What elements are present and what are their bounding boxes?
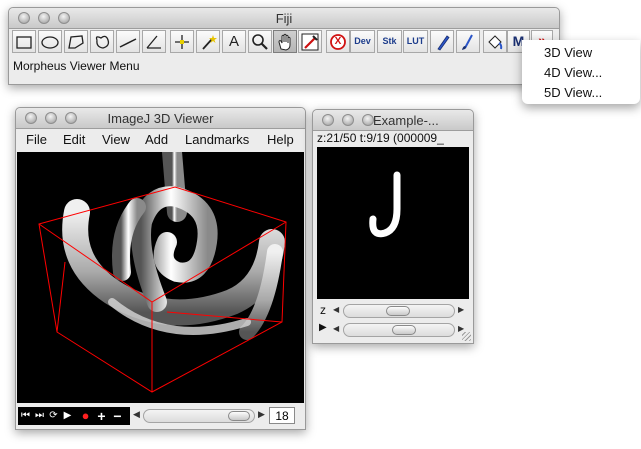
menu-landmarks[interactable]: Landmarks bbox=[185, 132, 249, 147]
play-icon[interactable]: ▶ bbox=[62, 407, 73, 425]
freehand-tool-icon bbox=[95, 35, 110, 49]
stop-tool-button[interactable]: X bbox=[326, 30, 350, 53]
wand-tool-icon bbox=[202, 35, 217, 50]
stacks-tool-button[interactable]: Stk bbox=[377, 30, 402, 53]
viewer3d-menubar: File Edit View Add Landmarks Help bbox=[16, 129, 305, 151]
magnifier-tool-button[interactable] bbox=[248, 30, 272, 53]
remove-icon[interactable]: − bbox=[112, 407, 123, 425]
angle-tool-icon bbox=[146, 35, 161, 49]
rewind-icon[interactable]: ⏮ bbox=[20, 407, 31, 425]
frame-slider-right-arrow[interactable]: ▶ bbox=[258, 409, 265, 420]
oval-tool-button[interactable] bbox=[38, 30, 62, 53]
t-slider-play-icon[interactable]: ▶ bbox=[319, 322, 327, 333]
fiji-status-text: Morpheus Viewer Menu bbox=[13, 59, 140, 73]
resize-grip-icon[interactable] bbox=[462, 332, 471, 341]
point-tool-icon bbox=[175, 35, 189, 49]
color-picker-tool-button[interactable] bbox=[298, 30, 322, 53]
example-title: Example-... bbox=[373, 113, 439, 128]
menu-item-3d-view[interactable]: 3D View bbox=[544, 45, 592, 60]
stacks-tool-label: Stk bbox=[382, 36, 397, 46]
t-slider-thumb[interactable] bbox=[392, 325, 416, 335]
viewer3d-controls: ⏮ ⏭ ⟳ ▶ ● + − ◀ ▶ 18 bbox=[17, 404, 304, 428]
loop-icon[interactable]: ⟳ bbox=[48, 407, 59, 425]
example-image-window: Example-... z:21/50 t:9/19 (000009_ z ◀ … bbox=[312, 109, 474, 344]
brush-tool-icon bbox=[462, 34, 473, 50]
rectangle-tool-icon bbox=[16, 36, 32, 49]
text-tool-label: A bbox=[228, 33, 239, 50]
menu-help[interactable]: Help bbox=[267, 132, 294, 147]
menu-item-5d-view[interactable]: 5D View... bbox=[544, 85, 602, 100]
dev-tool-label: Dev bbox=[354, 36, 371, 46]
menu-view[interactable]: View bbox=[102, 132, 130, 147]
z-slider-label: z bbox=[320, 303, 326, 317]
brush-tool-button[interactable] bbox=[456, 30, 480, 53]
wand-tool-button[interactable] bbox=[196, 30, 220, 53]
add-icon[interactable]: + bbox=[96, 407, 107, 425]
rectangle-tool-button[interactable] bbox=[12, 30, 36, 53]
pencil-tool-button[interactable] bbox=[430, 30, 454, 53]
t-slider-left-arrow[interactable]: ◀ bbox=[333, 324, 339, 333]
dev-tool-button[interactable]: Dev bbox=[350, 30, 375, 53]
z-slider-thumb[interactable] bbox=[386, 306, 410, 316]
z-slider[interactable] bbox=[343, 304, 455, 318]
record-icon[interactable]: ● bbox=[80, 407, 91, 425]
freehand-tool-button[interactable] bbox=[90, 30, 114, 53]
pencil-tool-icon bbox=[437, 35, 450, 51]
viewer3d-titlebar[interactable]: ImageJ 3D Viewer bbox=[16, 108, 305, 129]
fiji-titlebar[interactable]: Fiji bbox=[9, 8, 559, 29]
polygon-tool-button[interactable] bbox=[64, 30, 88, 53]
menu-item-4d-view[interactable]: 4D View... bbox=[544, 65, 602, 80]
view-popup-menu: 3D View 4D View... 5D View... bbox=[522, 40, 640, 104]
viewer3d-title: ImageJ 3D Viewer bbox=[107, 111, 214, 126]
t-slider[interactable] bbox=[343, 323, 455, 337]
point-tool-button[interactable] bbox=[170, 30, 194, 53]
menu-add[interactable]: Add bbox=[145, 132, 168, 147]
menu-file[interactable]: File bbox=[26, 132, 47, 147]
text-tool-button[interactable]: A bbox=[222, 30, 246, 53]
fiji-title: Fiji bbox=[275, 11, 293, 26]
line-tool-button[interactable] bbox=[116, 30, 140, 53]
z-slider-left-arrow[interactable]: ◀ bbox=[333, 305, 339, 314]
frame-slider-left-arrow[interactable]: ◀ bbox=[133, 409, 140, 420]
color-picker-tool-icon bbox=[301, 33, 319, 51]
close-window-button[interactable] bbox=[322, 114, 334, 126]
minimize-window-button[interactable] bbox=[342, 114, 354, 126]
oval-tool-icon bbox=[41, 36, 59, 49]
flood-fill-tool-icon bbox=[488, 35, 503, 50]
lut-tool-button[interactable]: LUT bbox=[403, 30, 428, 53]
angle-tool-button[interactable] bbox=[142, 30, 166, 53]
menu-edit[interactable]: Edit bbox=[63, 132, 85, 147]
playback-controls: ⏮ ⏭ ⟳ ▶ ● + − bbox=[18, 407, 130, 425]
z-slider-right-arrow[interactable]: ▶ bbox=[458, 305, 464, 314]
magnifier-tool-icon bbox=[252, 34, 268, 50]
example-info-text: z:21/50 t:9/19 (000009_ bbox=[317, 131, 444, 145]
example-titlebar[interactable]: Example-... bbox=[313, 110, 473, 131]
stop-tool-label: X bbox=[334, 36, 342, 47]
hand-tool-icon bbox=[278, 33, 291, 51]
viewer3d-window: ImageJ 3D Viewer File Edit View Add Land… bbox=[15, 107, 306, 430]
frame-value-field[interactable]: 18 bbox=[269, 407, 295, 424]
hand-tool-button[interactable] bbox=[273, 30, 297, 53]
lut-tool-label: LUT bbox=[406, 36, 425, 46]
example-image-canvas[interactable] bbox=[317, 147, 469, 299]
line-tool-icon bbox=[119, 38, 137, 48]
flood-fill-tool-button[interactable] bbox=[483, 30, 507, 53]
viewer3d-canvas[interactable] bbox=[17, 152, 304, 403]
polygon-tool-icon bbox=[68, 35, 84, 49]
fast-forward-icon[interactable]: ⏭ bbox=[34, 407, 45, 425]
frame-slider-thumb[interactable] bbox=[228, 411, 250, 421]
frame-slider[interactable] bbox=[143, 409, 255, 423]
